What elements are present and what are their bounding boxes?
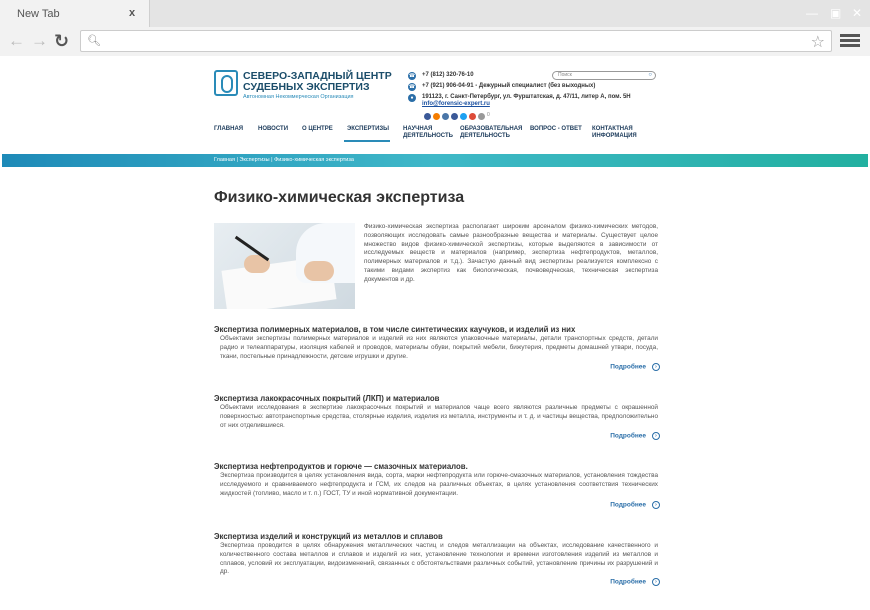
breadcrumb[interactable]: Главная | Экспертизы | Физико-химическая… — [214, 157, 354, 163]
nav-item-news[interactable]: НОВОСТИ — [258, 126, 288, 133]
main-nav: ГЛАВНАЯ НОВОСТИ О ЦЕНТРЕ ЭКСПЕРТИЗЫ НАУЧ… — [214, 126, 660, 144]
section-paints: Экспертиза лакокрасочных покрытий (ЛКП) … — [214, 394, 660, 442]
menu-icon[interactable] — [840, 34, 860, 48]
nav-item-faq[interactable]: ВОПРОС - ОТВЕТ — [530, 126, 582, 133]
close-window-icon[interactable]: ✕ — [852, 6, 862, 20]
section-text: Экспертиза производится в целях установл… — [220, 472, 658, 497]
email-link[interactable]: info@forensic-expert.ru — [422, 101, 490, 107]
arrow-right-icon: › — [652, 578, 660, 586]
section-petroleum: Экспертиза нефтепродуктов и горюче — сма… — [214, 462, 660, 512]
arrow-right-icon: › — [652, 501, 660, 509]
browser-toolbar: ← → ↻ 🔍︎ ☆ — [0, 27, 870, 56]
bookmark-star-icon[interactable]: ☆ — [811, 32, 825, 52]
address-bar[interactable]: 🔍︎ ☆ — [80, 30, 832, 52]
page-title: Физико-химическая экспертиза — [214, 189, 465, 206]
nav-item-contacts[interactable]: КОНТАКТНАЯ ИНФОРМАЦИЯ — [592, 126, 642, 140]
phone-icon: ☎ — [408, 83, 416, 91]
breadcrumb-band — [2, 154, 868, 167]
nav-active-indicator — [344, 140, 390, 142]
browser-chrome: New Tab x — ▣ ✕ ← → ↻ 🔍︎ ☆ — [0, 0, 870, 56]
facebook-icon[interactable] — [451, 113, 458, 120]
browser-tab[interactable]: New Tab x — [0, 0, 150, 27]
share-icon[interactable] — [478, 113, 485, 120]
search-icon: 🔍︎ — [87, 35, 101, 47]
tab-close-button[interactable]: x — [129, 7, 135, 19]
phone-icon: ☎ — [408, 72, 416, 80]
vk-icon[interactable] — [424, 113, 431, 120]
nav-item-education[interactable]: ОБРАЗОВАТЕЛЬНАЯ ДЕЯТЕЛЬНОСТЬ — [460, 126, 524, 140]
google-plus-icon[interactable] — [469, 113, 476, 120]
section-text: Объектами экспертизы полимерных материал… — [220, 335, 658, 360]
reload-icon[interactable]: ↻ — [54, 31, 69, 51]
section-title: Экспертиза нефтепродуктов и горюче — сма… — [214, 462, 468, 471]
more-link[interactable]: Подробнее › — [610, 501, 660, 509]
nav-item-expertise[interactable]: ЭКСПЕРТИЗЫ — [347, 126, 389, 133]
back-icon[interactable]: ← — [8, 31, 25, 51]
arrow-right-icon: › — [652, 432, 660, 440]
logo-subtitle: Автономная Некоммерческая Организация — [243, 94, 354, 100]
logo-icon[interactable] — [214, 70, 238, 96]
logo-title[interactable]: СЕВЕРО-ЗАПАДНЫЙ ЦЕНТР СУДЕБНЫХ ЭКСПЕРТИЗ — [243, 71, 393, 93]
more-link[interactable]: Подробнее › — [610, 432, 660, 440]
share-count: 0 — [487, 112, 490, 118]
section-polymers: Экспертиза полимерных материалов, в том … — [214, 325, 660, 373]
search-icon[interactable]: ○ — [648, 72, 652, 79]
ok-icon[interactable] — [433, 113, 440, 120]
arrow-right-icon: › — [652, 363, 660, 371]
twitter-icon[interactable] — [460, 113, 467, 120]
section-title: Экспертиза изделий и конструкций из мета… — [214, 532, 443, 541]
section-text: Объектами исследования в экспертизе лако… — [220, 404, 658, 429]
tab-title: New Tab — [17, 8, 60, 20]
section-metals: Экспертиза изделий и конструкций из мета… — [214, 532, 660, 592]
site-header: СЕВЕРО-ЗАПАДНЫЙ ЦЕНТР СУДЕБНЫХ ЭКСПЕРТИЗ… — [214, 70, 660, 132]
web-page: СЕВЕРО-ЗАПАДНЫЙ ЦЕНТР СУДЕБНЫХ ЭКСПЕРТИЗ… — [2, 56, 868, 610]
more-link[interactable]: Подробнее › — [610, 363, 660, 371]
more-link[interactable]: Подробнее › — [610, 578, 660, 586]
search-input[interactable]: Поиск ○ — [552, 71, 656, 80]
nav-item-home[interactable]: ГЛАВНАЯ — [214, 126, 243, 133]
nav-item-about[interactable]: О ЦЕНТРЕ — [302, 126, 333, 133]
intro-text: Физико-химическая экспертиза располагает… — [364, 223, 658, 283]
section-title: Экспертиза лакокрасочных покрытий (ЛКП) … — [214, 394, 440, 403]
maximize-icon[interactable]: ▣ — [830, 6, 841, 20]
mailru-icon[interactable] — [442, 113, 449, 120]
section-title: Экспертиза полимерных материалов, в том … — [214, 325, 576, 334]
location-icon: ● — [408, 94, 416, 102]
intro-image — [214, 223, 355, 309]
nav-item-science[interactable]: НАУЧНАЯ ДЕЯТЕЛЬНОСТЬ — [403, 126, 453, 140]
forward-icon[interactable]: → — [31, 31, 48, 51]
minimize-icon[interactable]: — — [806, 6, 818, 20]
section-text: Экспертиза проводится в целях обнаружени… — [220, 542, 658, 576]
